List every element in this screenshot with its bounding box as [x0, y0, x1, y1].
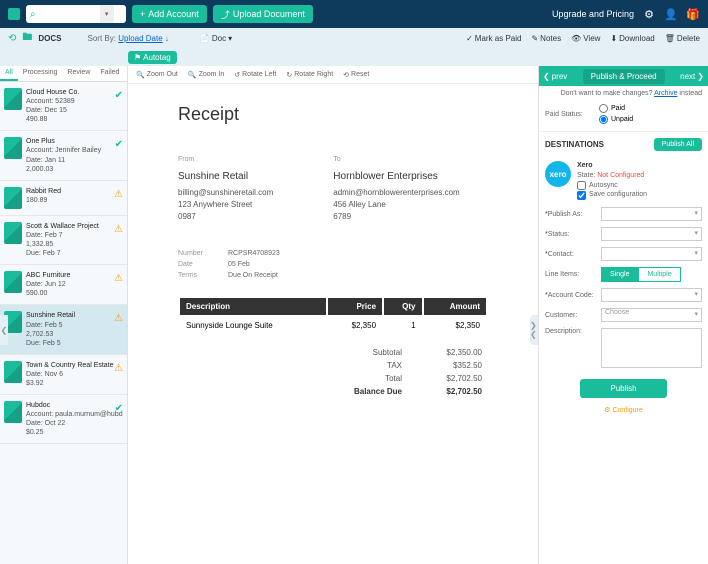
user-icon[interactable]: 👤 [664, 7, 678, 21]
mark-paid-link[interactable]: ✓ Mark as Paid [466, 34, 521, 43]
tab-failed[interactable]: Failed [95, 66, 124, 81]
refresh-icon[interactable]: ⟲ [8, 33, 16, 44]
zoom-in-button[interactable]: 🔍 Zoom In [188, 71, 224, 79]
center-collapse-handle[interactable]: ❯❮ [530, 315, 538, 345]
customer-select[interactable]: Choose [601, 308, 702, 322]
warning-icon: ⚠ [114, 224, 123, 235]
list-item[interactable]: Sunshine RetailDate: Feb 52,702.53Due: F… [0, 305, 127, 354]
left-collapse-handle[interactable]: ❮ [0, 315, 8, 345]
totals-block: Subtotal$2,350.00TAX$352.50Total$2,702.5… [178, 346, 488, 398]
doc-indicator: 📄Doc ▾ [200, 34, 232, 43]
folder-icon: 🖿 [22, 30, 32, 47]
section-title: DOCS [38, 34, 61, 43]
list-item[interactable]: ABC FurnitureDate: Jun 12590.00⚠ [0, 265, 127, 305]
search-input[interactable] [40, 9, 100, 19]
multiple-toggle[interactable]: Multiple [638, 267, 680, 282]
publish-all-button[interactable]: Publish All [654, 138, 702, 151]
doc-icon: 📄 [200, 34, 210, 43]
rotate-right-button[interactable]: ↻ Rotate Right [286, 71, 333, 79]
next-button[interactable]: next ❯ [680, 72, 704, 81]
warning-icon: ⚠ [114, 273, 123, 284]
publish-button[interactable]: Publish [580, 379, 666, 398]
plus-icon: + [140, 9, 145, 19]
upload-document-button[interactable]: ⤴Upload Document [213, 5, 313, 23]
list-item[interactable]: Scott & Wallace ProjectDate: Feb 71,332.… [0, 216, 127, 265]
single-toggle[interactable]: Single [601, 267, 638, 282]
add-account-button[interactable]: +Add Account [132, 5, 207, 23]
search-icon: ⌕ [26, 9, 40, 20]
warning-icon: ⚠ [114, 313, 123, 324]
publish-as-select[interactable] [601, 207, 702, 221]
receipt-title: Receipt [178, 104, 488, 125]
account-code-select[interactable] [601, 288, 702, 302]
zoom-out-button[interactable]: 🔍 Zoom Out [136, 71, 178, 79]
doc-thumb-icon [4, 271, 22, 293]
download-link[interactable]: ⬇ Download [610, 34, 654, 43]
gift-icon[interactable]: 🎁 [686, 7, 700, 21]
destinations-header: DESTINATIONS [545, 140, 604, 149]
doc-thumb-icon [4, 137, 22, 159]
configure-link[interactable]: ⚙ Configure [539, 406, 708, 424]
status-select[interactable] [601, 227, 702, 241]
upgrade-link[interactable]: Upgrade and Pricing [552, 9, 634, 19]
contact-select[interactable] [601, 247, 702, 261]
view-link[interactable]: 👁 View [571, 34, 600, 43]
xero-icon: xero [545, 161, 571, 187]
document-list: Cloud House Co.Account: 52389Date: Dec 1… [0, 82, 127, 562]
app-logo [8, 8, 20, 20]
tab-all[interactable]: All [0, 66, 18, 81]
publish-proceed-button[interactable]: Publish & Proceed [583, 69, 665, 84]
search-dropdown[interactable]: ▾ [100, 5, 114, 23]
unpaid-radio[interactable]: Unpaid [599, 115, 633, 124]
list-item[interactable]: Town & Country Real EstateDate: Nov 6$3.… [0, 355, 127, 395]
tag-icon: ⚑ [134, 53, 141, 62]
filter-tabs: All Processing Review Failed Archived [0, 66, 127, 82]
archive-note: Don't want to make changes? Archive inst… [539, 86, 708, 101]
sort-control[interactable]: Sort By: Upload Date ↓ [88, 34, 169, 43]
autotag-badge[interactable]: ⚑Autotag [128, 51, 177, 64]
warning-icon: ⚠ [114, 363, 123, 374]
receipt-meta: NumberRCPSR4708923Date05 FebTermsDue On … [178, 248, 488, 282]
paid-radio[interactable]: Paid [599, 104, 633, 113]
warning-icon: ⚠ [114, 189, 123, 200]
doc-thumb-icon [4, 88, 22, 110]
line-items-table: Description Price Qty Amount Sunnyside L… [178, 296, 488, 336]
tab-processing[interactable]: Processing [18, 66, 63, 81]
doc-thumb-icon [4, 401, 22, 423]
gear-icon[interactable]: ⚙ [642, 7, 656, 21]
rotate-left-button[interactable]: ↺ Rotate Left [234, 71, 276, 79]
list-item[interactable]: HubdocAccount: paula.murnum@hubdDate: Oc… [0, 395, 127, 444]
notes-link[interactable]: ✎ Notes [531, 34, 561, 43]
doc-thumb-icon [4, 222, 22, 244]
table-row: Sunnyside Lounge Suite $2,350 1 $2,350 [180, 317, 486, 334]
doc-thumb-icon [4, 361, 22, 383]
destination-info: Xero State: Not Configured Autosync Save… [577, 161, 647, 200]
prev-button[interactable]: ❮ prev [543, 72, 567, 81]
paid-status-label: Paid Status: [545, 111, 595, 118]
check-icon: ✔ [115, 403, 123, 414]
description-textarea[interactable] [601, 328, 702, 368]
reset-button[interactable]: ⟲ Reset [343, 71, 369, 79]
check-icon: ✔ [115, 139, 123, 150]
list-item[interactable]: Rabbit Red180.89⚠ [0, 181, 127, 216]
archive-link[interactable]: Archive [654, 90, 677, 97]
doc-thumb-icon [4, 187, 22, 209]
autosync-checkbox[interactable]: Autosync [577, 181, 647, 191]
to-block: To Hornblower Enterprises admin@hornblow… [333, 155, 459, 223]
search-box[interactable]: ⌕ ▾ [26, 5, 126, 23]
save-config-checkbox[interactable]: Save configuration [577, 190, 647, 200]
delete-link[interactable]: 🗑 Delete [665, 34, 700, 43]
check-icon: ✔ [115, 90, 123, 101]
tab-review[interactable]: Review [62, 66, 95, 81]
from-block: From Sunshine Retail billing@sunshineret… [178, 155, 273, 223]
list-item[interactable]: One PlusAccount: Jennifer BaileyDate: Ja… [0, 131, 127, 180]
list-item[interactable]: Cloud House Co.Account: 52389Date: Dec 1… [0, 82, 127, 131]
upload-icon: ⤴ [221, 8, 230, 21]
